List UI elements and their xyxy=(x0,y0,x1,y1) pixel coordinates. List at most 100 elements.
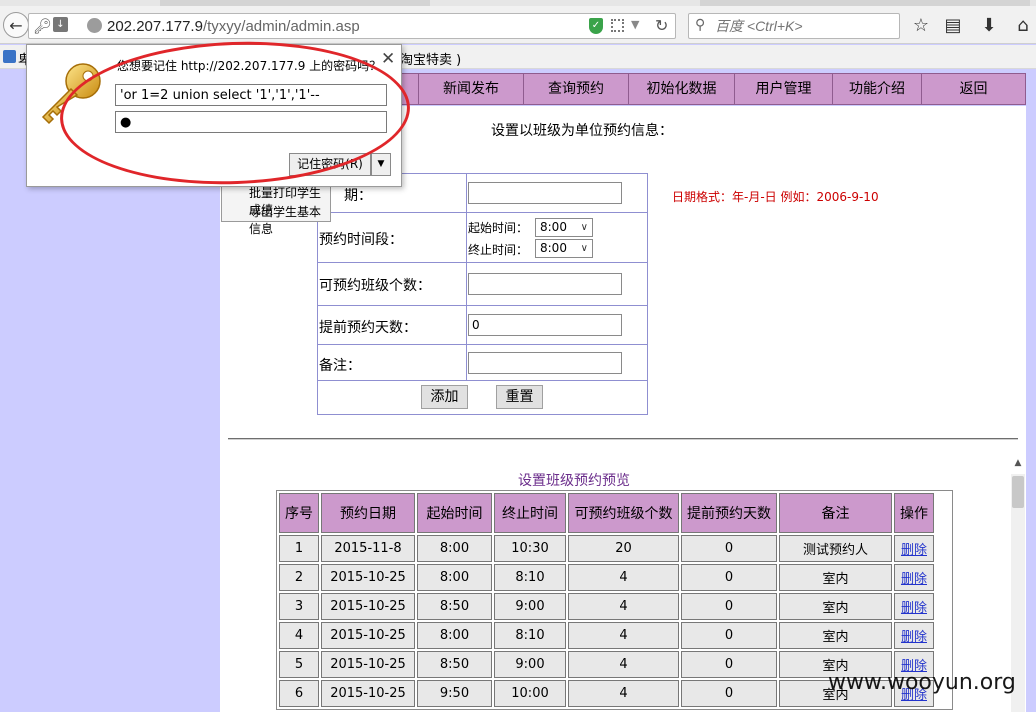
globe-icon xyxy=(87,18,102,33)
date-label: 期： xyxy=(344,188,372,204)
table-cell: 2015-10-25 xyxy=(321,564,415,591)
chevron-down-icon[interactable]: ▼ xyxy=(371,153,391,176)
table-cell: 8:00 xyxy=(417,564,492,591)
tab-edge[interactable] xyxy=(160,0,430,6)
table-cell: 0 xyxy=(681,593,777,620)
table-cell: 8:10 xyxy=(494,622,566,649)
table-cell: 2015-10-25 xyxy=(321,651,415,678)
table-cell: 8:50 xyxy=(417,651,492,678)
key-icon[interactable]: 🔑︎ xyxy=(33,17,52,35)
download-icon[interactable]: ↓ xyxy=(53,17,68,32)
form-row-class-count: 可预约班级个数： xyxy=(318,263,647,306)
class-count-label: 可预约班级个数： xyxy=(319,278,431,294)
address-bar[interactable]: 🔑︎ ↓ 202.207.177.9/tyxyy/admin/admin.asp… xyxy=(28,13,676,39)
form-row-remark: 备注： xyxy=(318,345,647,381)
table-cell: 2015-10-25 xyxy=(321,680,415,707)
nav-item-about[interactable]: 功能介绍 xyxy=(832,74,921,104)
table-cell: 9:00 xyxy=(494,593,566,620)
table-cell: 1 xyxy=(279,535,319,562)
delete-link[interactable]: 删除 xyxy=(894,535,934,562)
table-cell: 0 xyxy=(681,535,777,562)
table-cell: 10:00 xyxy=(494,680,566,707)
close-icon[interactable]: ✕ xyxy=(381,49,395,69)
shield-icon[interactable]: ✓ xyxy=(589,18,603,34)
table-row: 1 2015-11-8 8:00 10:30 20 0 测试预约人 删除 xyxy=(279,535,934,562)
start-time-select[interactable]: 8:00 ∨ xyxy=(535,218,593,237)
nav-item-back[interactable]: 返回 xyxy=(921,74,1025,104)
url-host: 202.207.177.9 xyxy=(107,18,203,35)
menu-item-export-students[interactable]: 导出学生基本信息 xyxy=(249,203,330,237)
chevron-down-icon: ∨ xyxy=(580,222,588,233)
back-button[interactable]: ← xyxy=(3,12,29,38)
search-icon: ⚲ xyxy=(695,17,706,33)
table-header-row: 序号 预约日期 起始时间 终止时间 可预约班级个数 提前预约天数 备注 操作 xyxy=(279,493,934,533)
remark-input[interactable] xyxy=(468,352,622,374)
table-cell: 4 xyxy=(568,651,679,678)
class-count-input[interactable] xyxy=(468,273,622,295)
col-header: 提前预约天数 xyxy=(681,493,777,533)
col-header: 操作 xyxy=(894,493,934,533)
chevron-down-icon[interactable]: ▼ xyxy=(631,18,639,31)
reservation-form: 期： 预约时间段： 起始时间： 8:00 ∨ 终止时间： 8:00 ∨ 可预约班级个… xyxy=(317,173,648,415)
nav-item-init[interactable]: 初始化数据 xyxy=(628,74,734,104)
table-cell: 2015-10-25 xyxy=(321,593,415,620)
col-header: 可预约班级个数 xyxy=(568,493,679,533)
table-cell: 8:00 xyxy=(417,535,492,562)
chevron-down-icon: ∨ xyxy=(580,243,588,254)
qr-code-icon[interactable] xyxy=(611,19,624,32)
table-cell: 5 xyxy=(279,651,319,678)
home-icon[interactable]: ⌂ xyxy=(1012,15,1034,36)
bookmark-taobao[interactable]: 淘宝特卖 ) xyxy=(400,49,461,68)
reset-button[interactable]: 重置 xyxy=(496,385,543,409)
end-time-value: 8:00 xyxy=(540,241,567,255)
nav-item-users[interactable]: 用户管理 xyxy=(734,74,832,104)
delete-link[interactable]: 删除 xyxy=(894,622,934,649)
table-cell: 8:00 xyxy=(417,622,492,649)
scrollbar-thumb[interactable] xyxy=(1012,476,1024,508)
download-arrow-icon[interactable]: ⬇ xyxy=(978,15,1000,36)
table-cell: 9:00 xyxy=(494,651,566,678)
form-row-advance: 提前预约天数： xyxy=(318,306,647,345)
table-cell: 3 xyxy=(279,593,319,620)
bookmark-icon[interactable] xyxy=(3,50,16,63)
table-cell: 室内 xyxy=(779,593,892,620)
divider xyxy=(228,438,1018,440)
nav-item-news[interactable]: 新闻发布 xyxy=(418,74,523,104)
col-header: 起始时间 xyxy=(417,493,492,533)
end-time-select[interactable]: 8:00 ∨ xyxy=(535,239,593,258)
table-cell: 0 xyxy=(681,680,777,707)
table-cell: 2015-10-25 xyxy=(321,622,415,649)
table-cell: 0 xyxy=(681,564,777,591)
advance-days-input[interactable] xyxy=(468,314,622,336)
add-button[interactable]: 添加 xyxy=(421,385,468,409)
table-cell: 4 xyxy=(568,680,679,707)
scroll-up-icon[interactable]: ▲ xyxy=(1011,458,1025,472)
delete-link[interactable]: 删除 xyxy=(894,564,934,591)
date-input[interactable] xyxy=(468,182,622,204)
date-format-hint: 日期格式：年-月-日 例如：2006-9-10 xyxy=(672,190,879,204)
table-cell: 10:30 xyxy=(494,535,566,562)
table-row: 3 2015-10-25 8:50 9:00 4 0 室内 删除 xyxy=(279,593,934,620)
table-cell: 20 xyxy=(568,535,679,562)
col-header: 序号 xyxy=(279,493,319,533)
delete-link[interactable]: 删除 xyxy=(894,593,934,620)
table-cell: 室内 xyxy=(779,564,892,591)
preview-title: 设置班级预约预览 xyxy=(518,473,630,489)
tab-edge[interactable] xyxy=(700,0,1030,6)
search-bar[interactable]: ⚲ xyxy=(688,13,900,39)
table-cell: 室内 xyxy=(779,622,892,649)
remark-label: 备注： xyxy=(319,358,361,374)
start-time-value: 8:00 xyxy=(540,220,567,234)
bookmark-star-icon[interactable]: ☆ xyxy=(910,15,932,36)
nav-item-query[interactable]: 查询预约 xyxy=(523,74,628,104)
reload-icon[interactable]: ↻ xyxy=(655,16,668,35)
search-input[interactable] xyxy=(715,17,895,35)
table-cell: 4 xyxy=(568,593,679,620)
form-heading: 设置以班级为单位预约信息： xyxy=(491,123,673,139)
table-cell: 2015-11-8 xyxy=(321,535,415,562)
table-row: 4 2015-10-25 8:00 8:10 4 0 室内 删除 xyxy=(279,622,934,649)
back-arrow-icon: ← xyxy=(9,15,23,35)
url-path: /tyxyy/admin/admin.asp xyxy=(202,18,360,35)
url-text[interactable]: 202.207.177.9/tyxyy/admin/admin.asp xyxy=(107,18,360,35)
reading-list-icon[interactable]: ▤ xyxy=(942,15,964,36)
